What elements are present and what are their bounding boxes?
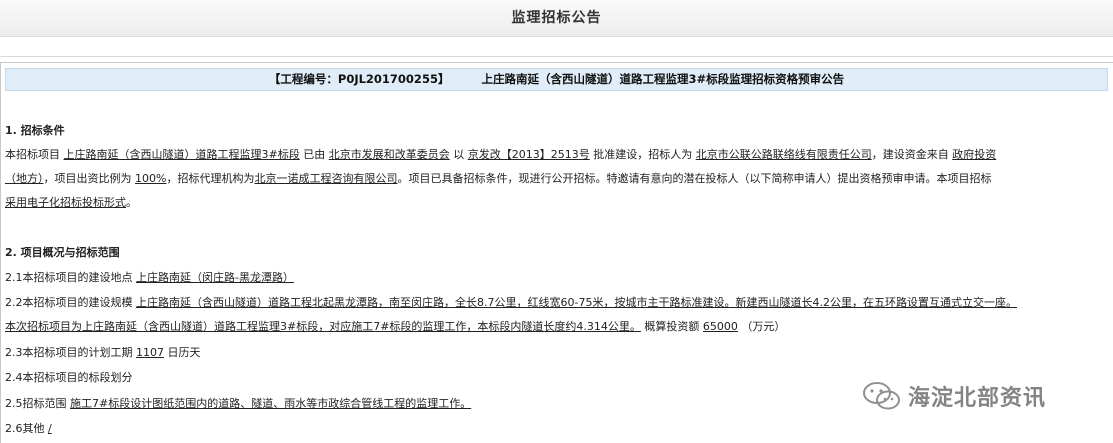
wechat-icon — [863, 382, 900, 410]
item-number: 2.5 — [5, 397, 23, 410]
tender-method: 电子化招标投标形式 — [27, 196, 126, 209]
item-value: 1107 — [136, 346, 164, 359]
page-header: 监理招标公告 — [0, 0, 1113, 37]
investment-value: 65000 — [702, 320, 738, 333]
text: 批准建设，招标人为 — [593, 148, 693, 161]
text: 。 — [126, 196, 137, 209]
section-1-heading: 1. 招标条件 — [5, 124, 65, 137]
item-2-2: 2.2本招标项目的建设规模 上庄路南延（含西山隧道）道路工程北起黑龙潭路，南至闵… — [5, 292, 1017, 314]
item-label: 其他 — [22, 422, 45, 435]
text: 。项目已具备招标条件，现进行公开招标。特邀请有意向的潜在投标人（以下简称申请人）… — [397, 172, 992, 185]
item-value: / — [48, 422, 52, 435]
funding-ratio: 100% — [135, 172, 167, 185]
approver: 北京市发展和改革委员会 — [328, 148, 450, 161]
section-2-heading: 2. 项目概况与招标范围 — [5, 246, 120, 259]
item-number: 2.6 — [5, 422, 23, 435]
item-value: 施工7#标段设计图纸范围内的道路、隧道、雨水等市政综合管线工程的监理工作。 — [70, 397, 472, 410]
section-1-line-3: 采用电子化招标投标形式。 — [5, 192, 137, 214]
investment-label: 概算投资额 — [644, 320, 700, 333]
watermark-text: 海淀北部资讯 — [908, 386, 1047, 411]
project-name: 上庄路南延（含西山隧道）道路工程监理3#标段 — [63, 148, 300, 161]
fund-source-cont: （地方） — [5, 172, 44, 185]
item-value: 上庄路南延（含西山隧道）道路工程北起黑龙潭路，南至闵庄路，全长8.7公里，红线宽… — [136, 296, 1017, 309]
tenderer: 北京市公联公路联络线有限责任公司 — [695, 148, 872, 161]
divider — [0, 56, 1113, 57]
page-title: 监理招标公告 — [511, 10, 602, 26]
investment-unit: （万元） — [741, 320, 786, 333]
text: ，项目出资比例为 — [43, 172, 132, 185]
project-code: 【工程编号：P0JL201700255】 — [268, 72, 450, 86]
notice-title: 上庄路南延（含西山隧道）道路工程监理3#标段监理招标资格预审公告 — [481, 72, 845, 86]
item-unit: 日历天 — [167, 346, 201, 359]
item-label: 招标范围 — [22, 397, 67, 410]
item-label: 本招标项目的建设规模 — [22, 296, 133, 309]
approval-doc: 京发改【2013】2513号 — [467, 148, 590, 161]
item-label: 本招标项目的建设地点 — [22, 271, 133, 284]
text: ，招标代理机构为 — [166, 172, 255, 185]
item-2-4: 2.4本招标项目的标段划分 — [5, 367, 133, 389]
watermark: 海淀北部资讯 — [862, 377, 1046, 415]
agency: 北京一诺成工程咨询有限公司 — [254, 172, 398, 185]
item-2-6: 2.6其他 / — [5, 418, 52, 440]
item-number: 2.1 — [5, 271, 23, 284]
item-label: 本招标项目的标段划分 — [22, 371, 133, 384]
item-number: 2.2 — [5, 296, 23, 309]
item-2-2-cont: 本次招标项目为上庄路南延（含西山隧道）道路工程监理3#标段，对应施工7#标段的监… — [5, 316, 785, 338]
item-2-5: 2.5招标范围 施工7#标段设计图纸范围内的道路、隧道、雨水等市政综合管线工程的… — [5, 393, 471, 415]
item-2-1: 2.1本招标项目的建设地点 上庄路南延（闵庄路-黑龙潭路） — [5, 267, 294, 289]
item-number: 2.3 — [5, 346, 23, 359]
text: 已由 — [303, 148, 326, 161]
text: 采用 — [5, 196, 27, 209]
item-label: 本招标项目的计划工期 — [22, 346, 133, 359]
item-number: 2.4 — [5, 371, 23, 384]
fund-source: 政府投资 — [952, 148, 997, 161]
text: ，建设资金来自 — [871, 148, 949, 161]
section-1-line-2: （地方），项目出资比例为 100%，招标代理机构为北京一诺成工程咨询有限公司。项… — [5, 168, 991, 190]
text: 本招标项目 — [5, 148, 60, 161]
notice-title-bar: 【工程编号：P0JL201700255】 上庄路南延（含西山隧道）道路工程监理3… — [5, 68, 1108, 91]
item-2-3: 2.3本招标项目的计划工期 1107 日历天 — [5, 342, 201, 364]
section-1-line-1: 本招标项目 上庄路南延（含西山隧道）道路工程监理3#标段 已由 北京市发展和改革… — [5, 144, 996, 166]
item-value-cont: 本次招标项目为上庄路南延（含西山隧道）道路工程监理3#标段，对应施工7#标段的监… — [5, 320, 641, 333]
item-value: 上庄路南延（闵庄路-黑龙潭路） — [136, 271, 294, 284]
text: 以 — [453, 148, 465, 161]
